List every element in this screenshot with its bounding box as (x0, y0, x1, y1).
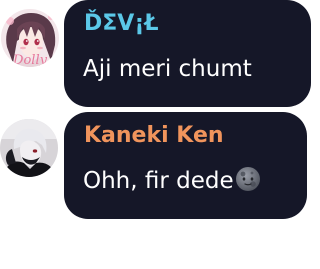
message-text: Aji meri chumt (83, 56, 252, 82)
message-bubble[interactable]: ĎΣV¡Ł Aji meri chumt (64, 0, 311, 107)
avatar-caption: Dolly (12, 53, 48, 67)
anime-boy-masked-avatar[interactable] (0, 119, 58, 177)
chat-area: Dolly ĎΣV¡Ł Aji meri chumt Kaneki Ken Oh… (0, 0, 320, 269)
message-text-content: Ohh, fir dede (83, 168, 234, 194)
sender-name[interactable]: Kaneki Ken (84, 122, 224, 150)
message-text: Ohh, fir dede (83, 165, 261, 197)
sender-name[interactable]: ĎΣV¡Ł (84, 10, 158, 38)
anime-girl-avatar[interactable]: Dolly (1, 9, 59, 67)
new-moon-face-emoji-icon (235, 166, 261, 192)
message-bubble[interactable]: Kaneki Ken Ohh, fir dede (64, 112, 307, 219)
